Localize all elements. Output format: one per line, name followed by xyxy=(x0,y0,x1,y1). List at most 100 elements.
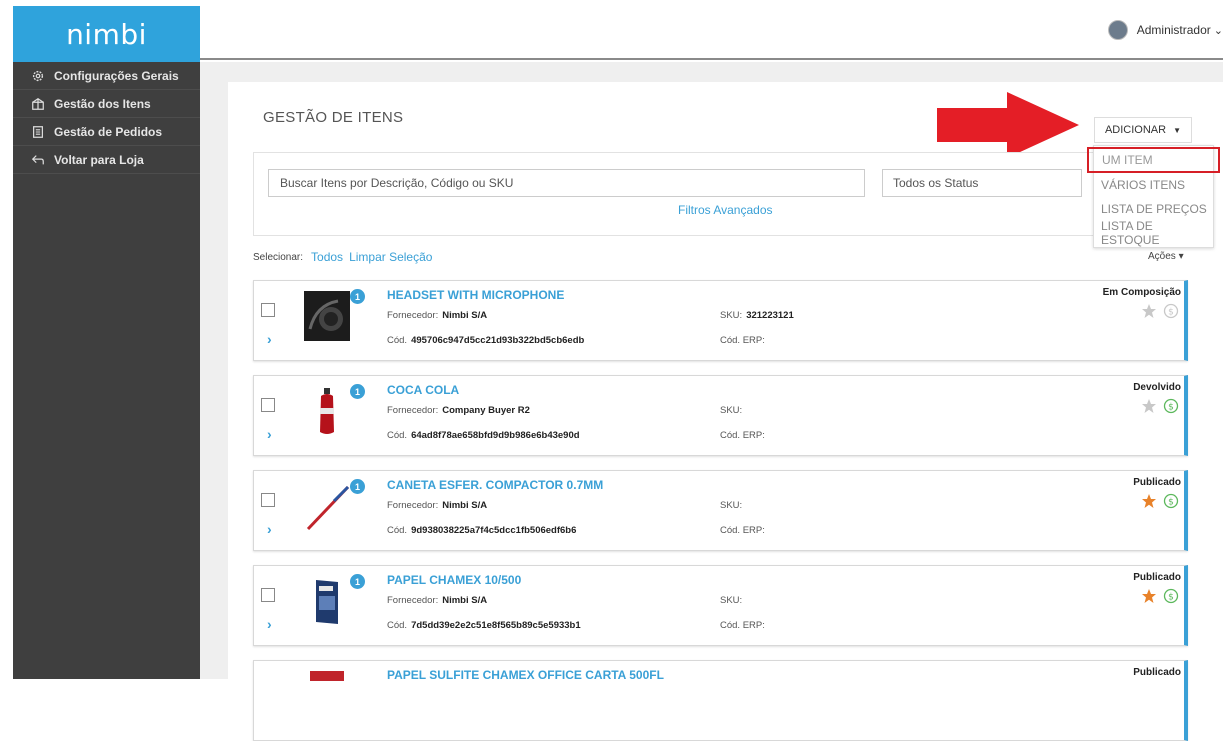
item-checkbox[interactable] xyxy=(261,303,275,317)
menu-item-um-item[interactable]: UM ITEM xyxy=(1087,147,1220,173)
caret-down-icon: ▼ xyxy=(1173,125,1182,135)
item-count-badge: 1 xyxy=(350,384,365,399)
search-input[interactable]: Buscar Itens por Descrição, Código ou SK… xyxy=(268,169,865,197)
price-icon[interactable]: $ xyxy=(1163,398,1179,414)
sku-value: 321223121 xyxy=(746,310,794,321)
actions-dropdown[interactable]: Ações ▾ xyxy=(1148,251,1184,262)
status-select[interactable]: Todos os Status xyxy=(882,169,1082,197)
sidebar-item-label: Configurações Gerais xyxy=(54,68,179,83)
code-value: 64ad8f78ae658bfd9d9b986e6b43e90d xyxy=(411,430,580,441)
page-title: GESTÃO DE ITENS xyxy=(263,109,404,126)
paper-ream-thumbnail xyxy=(304,576,350,626)
status-badge: Devolvido xyxy=(1133,382,1181,393)
code-label: Cód. xyxy=(387,335,408,346)
avatar xyxy=(1107,20,1128,40)
item-erp-code: Cód. ERP: xyxy=(720,430,765,441)
star-icon[interactable] xyxy=(1141,398,1157,414)
nimbi-logo: nimbi xyxy=(66,17,147,51)
item-code: Cód. 7d5dd39e2e2c51e8f565b89c5e5933b1 xyxy=(387,620,581,631)
select-label: Selecionar: xyxy=(253,251,304,263)
item-count-badge: 1 xyxy=(350,574,365,589)
price-icon[interactable]: $ xyxy=(1163,303,1179,319)
status-badge: Em Composição xyxy=(1102,287,1181,298)
code-value: 7d5dd39e2e2c51e8f565b89c5e5933b1 xyxy=(411,620,581,631)
code-label: Cód. xyxy=(387,525,408,536)
item-erp-code: Cód. ERP: xyxy=(720,525,765,536)
sidebar-item-configuracoes[interactable]: Configurações Gerais xyxy=(13,62,200,90)
star-icon[interactable] xyxy=(1141,493,1157,509)
sidebar-item-label: Gestão de Pedidos xyxy=(54,124,163,139)
sku-label: SKU: xyxy=(720,500,743,511)
item-name-link[interactable]: CANETA ESFER. COMPACTOR 0.7MM xyxy=(387,478,603,492)
item-count-badge: 1 xyxy=(350,289,365,304)
item-name-link[interactable]: COCA COLA xyxy=(387,383,459,397)
price-icon[interactable]: $ xyxy=(1163,493,1179,509)
top-bar: Administrador ⌄ xyxy=(200,6,1223,60)
supplier-label: Fornecedor: xyxy=(387,500,439,511)
item-name-link[interactable]: PAPEL SULFITE CHAMEX OFFICE CARTA 500FL xyxy=(387,668,664,682)
add-dropdown-button[interactable]: ADICIONAR ▼ xyxy=(1094,117,1192,143)
item-supplier: Fornecedor: Nimbi S/A xyxy=(387,500,487,511)
star-icon[interactable] xyxy=(1141,303,1157,319)
item-card: › 1 COCA COLA Fornecedor: Company Buyer R… xyxy=(253,375,1188,456)
supplier-value: Nimbi S/A xyxy=(442,595,488,606)
expand-chevron-icon[interactable]: › xyxy=(267,426,272,442)
clear-selection-link[interactable]: Limpar Seleção xyxy=(349,250,432,264)
supplier-label: Fornecedor: xyxy=(387,405,439,416)
add-label: ADICIONAR xyxy=(1104,124,1167,136)
item-card: PAPEL SULFITE CHAMEX OFFICE CARTA 500FL … xyxy=(253,660,1188,741)
orders-icon xyxy=(33,125,43,138)
code-value: 495706c947d5cc21d93b322bd5cb6edb xyxy=(411,335,585,346)
price-icon[interactable]: $ xyxy=(1163,588,1179,604)
item-card: › 1 HEADSET WITH MICROPHONE Fornecedor: N… xyxy=(253,280,1188,361)
item-name-link[interactable]: PAPEL CHAMEX 10/500 xyxy=(387,573,521,587)
back-arrow-icon xyxy=(31,154,44,164)
item-name-link[interactable]: HEADSET WITH MICROPHONE xyxy=(387,288,564,302)
item-count-badge: 1 xyxy=(350,479,365,494)
headset-thumbnail xyxy=(304,291,350,341)
sidebar-item-voltar-loja[interactable]: Voltar para Loja xyxy=(13,146,200,174)
item-supplier: Fornecedor: Company Buyer R2 xyxy=(387,405,530,416)
menu-item-lista-estoque[interactable]: LISTA DE ESTOQUE xyxy=(1094,219,1213,247)
expand-chevron-icon[interactable]: › xyxy=(267,331,272,347)
supplier-value: Nimbi S/A xyxy=(442,310,488,321)
status-badge: Publicado xyxy=(1133,572,1181,583)
star-icon[interactable] xyxy=(1141,588,1157,604)
item-supplier: Fornecedor: Nimbi S/A xyxy=(387,595,487,606)
item-checkbox[interactable] xyxy=(261,493,275,507)
menu-item-lista-precos[interactable]: LISTA DE PREÇOS xyxy=(1094,197,1213,221)
item-sku: SKU: xyxy=(720,500,746,511)
item-erp-code: Cód. ERP: xyxy=(720,620,765,631)
sku-label: SKU: xyxy=(720,310,743,321)
item-sku: SKU: 321223121 xyxy=(720,310,794,321)
sidebar: nimbi Configurações Gerais Gestão dos It… xyxy=(13,6,200,679)
sidebar-item-gestao-itens[interactable]: Gestão dos Itens xyxy=(13,90,200,118)
item-card: › 1 CANETA ESFER. COMPACTOR 0.7MM Fornec… xyxy=(253,470,1188,551)
gear-icon xyxy=(32,70,44,81)
expand-chevron-icon[interactable]: › xyxy=(267,616,272,632)
advanced-filters-link[interactable]: Filtros Avançados xyxy=(678,203,773,217)
svg-text:$: $ xyxy=(1168,593,1174,603)
item-code: Cód. 9d938038225a7f4c5dcc1fb506edf6b6 xyxy=(387,525,576,536)
svg-text:$: $ xyxy=(1168,308,1174,318)
user-name: Administrador xyxy=(1136,23,1211,37)
menu-item-varios-itens[interactable]: VÁRIOS ITENS xyxy=(1094,173,1213,197)
item-checkbox[interactable] xyxy=(261,588,275,602)
supplier-label: Fornecedor: xyxy=(387,595,439,606)
code-label: Cód. xyxy=(387,620,408,631)
item-supplier: Fornecedor: Nimbi S/A xyxy=(387,310,487,321)
select-all-link[interactable]: Todos xyxy=(311,250,343,264)
user-menu[interactable]: Administrador ⌄ xyxy=(1107,20,1223,40)
item-checkbox[interactable] xyxy=(261,398,275,412)
expand-chevron-icon[interactable]: › xyxy=(267,521,272,537)
logo-bar[interactable]: nimbi xyxy=(13,6,200,62)
item-code: Cód. 64ad8f78ae658bfd9d9b986e6b43e90d xyxy=(387,430,580,441)
code-value: 9d938038225a7f4c5dcc1fb506edf6b6 xyxy=(411,525,577,536)
sku-label: SKU: xyxy=(720,405,743,416)
code-label: Cód. xyxy=(387,430,408,441)
supplier-label: Fornecedor: xyxy=(387,310,439,321)
item-erp-code: Cód. ERP: xyxy=(720,335,765,346)
sidebar-item-gestao-pedidos[interactable]: Gestão de Pedidos xyxy=(13,118,200,146)
sidebar-item-label: Voltar para Loja xyxy=(54,152,144,167)
selection-row: Selecionar: Todos Limpar Seleção xyxy=(253,250,432,264)
